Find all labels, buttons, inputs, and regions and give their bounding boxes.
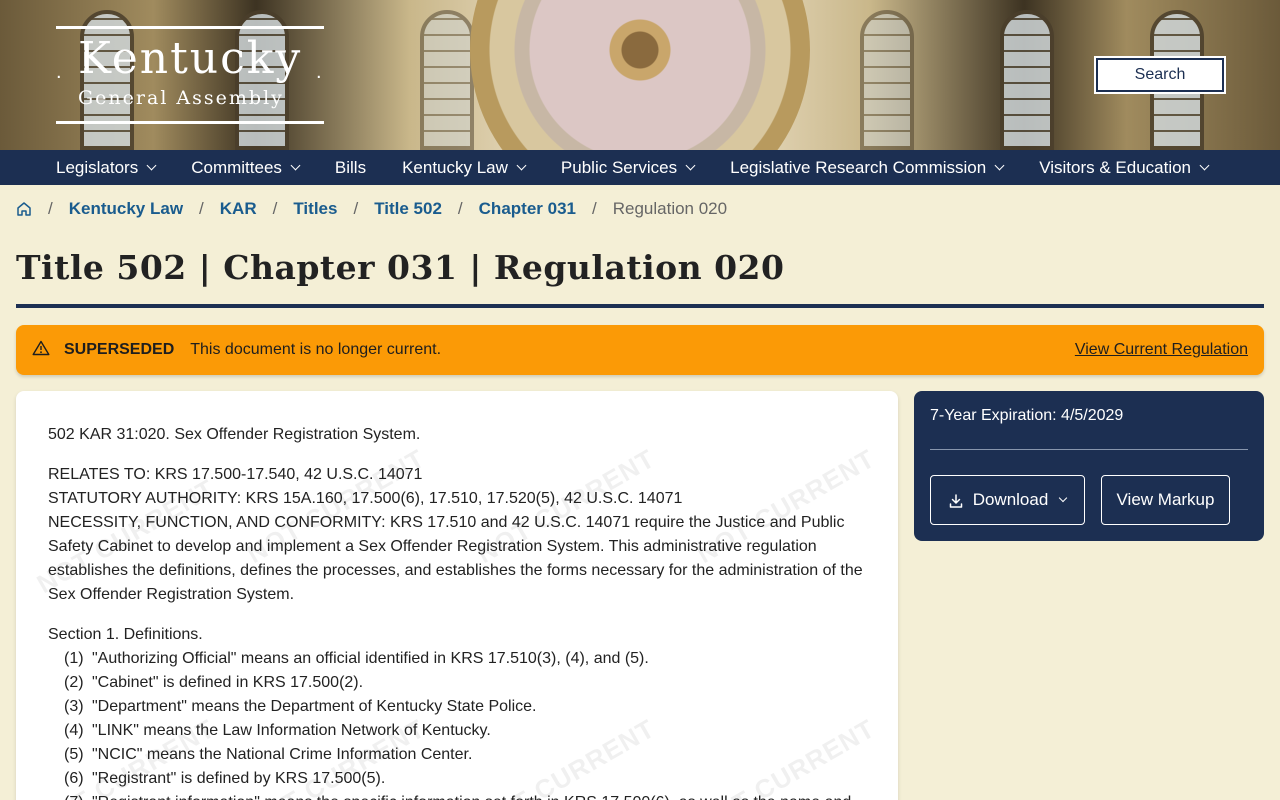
definition-number: (5) bbox=[64, 746, 84, 763]
download-button[interactable]: Download bbox=[930, 475, 1085, 525]
nav-item-public-services[interactable]: Public Services bbox=[560, 150, 696, 185]
breadcrumb-separator: / bbox=[457, 199, 463, 218]
breadcrumb-separator: / bbox=[48, 199, 53, 218]
regulation-document: NOT CURRENT NOT CURRENT NOT CURRENT NOT … bbox=[16, 391, 898, 800]
logo-dot: . bbox=[316, 61, 322, 83]
definition-number: (4) bbox=[64, 722, 84, 739]
search-button[interactable]: Search bbox=[1094, 56, 1226, 94]
definition-number: (1) bbox=[64, 650, 84, 667]
definition-item: (6) "Registrant" is defined by KRS 17.500… bbox=[48, 767, 878, 791]
chevron-down-icon bbox=[994, 160, 1005, 171]
chevron-down-icon bbox=[290, 160, 301, 171]
breadcrumb: / Kentucky Law / KAR / Titles / Title 50… bbox=[16, 199, 727, 219]
nav-label: Visitors & Education bbox=[1039, 157, 1192, 177]
definition-text: "Registrant" is defined by KRS 17.500(5)… bbox=[92, 770, 386, 787]
definition-item: (1) "Authorizing Official" means an offic… bbox=[48, 647, 878, 671]
chevron-down-icon bbox=[516, 160, 527, 171]
sidebar-divider bbox=[930, 449, 1248, 450]
chevron-down-icon bbox=[146, 160, 157, 171]
definition-text: "Registrant information" means the speci… bbox=[92, 791, 851, 800]
view-current-regulation-link[interactable]: View Current Regulation bbox=[1075, 341, 1248, 359]
section-heading: Section 1. Definitions. bbox=[48, 626, 203, 643]
breadcrumb-separator: / bbox=[272, 199, 278, 218]
nav-label: Legislative Research Commission bbox=[730, 157, 987, 177]
logo-dot: . bbox=[56, 61, 62, 83]
site-logo[interactable]: . Kentucky General Assembly . bbox=[56, 26, 324, 124]
definition-text: "LINK" means the Law Information Network… bbox=[92, 722, 491, 739]
window-decoration bbox=[420, 10, 474, 150]
regulation-sidebar: 7-Year Expiration: 4/5/2029 Download Vie… bbox=[914, 391, 1264, 541]
definition-number: (3) bbox=[64, 698, 84, 715]
expiration-date: 7-Year Expiration: 4/5/2029 bbox=[930, 407, 1124, 424]
definition-text: "NCIC" means the National Crime Informat… bbox=[92, 746, 473, 763]
definition-number: (7) bbox=[64, 791, 92, 800]
nav-label: Committees bbox=[191, 157, 282, 177]
window-decoration bbox=[1000, 10, 1054, 150]
nav-label: Legislators bbox=[56, 157, 139, 177]
nav-item-legislators[interactable]: Legislators bbox=[56, 150, 157, 185]
document-body: 502 KAR 31:020. Sex Offender Registratio… bbox=[48, 423, 878, 800]
nav-item-visitors-education[interactable]: Visitors & Education bbox=[1039, 150, 1210, 185]
alert-text: This document is no longer current. bbox=[190, 341, 442, 358]
breadcrumb-separator: / bbox=[353, 199, 359, 218]
breadcrumb-separator: / bbox=[199, 199, 204, 218]
view-markup-button[interactable]: View Markup bbox=[1101, 475, 1230, 525]
breadcrumb-kentucky-law[interactable]: Kentucky Law bbox=[69, 199, 183, 219]
definition-item: (3) "Department" means the Department of … bbox=[48, 695, 878, 719]
definition-text: "Department" means the Department of Ken… bbox=[92, 698, 537, 715]
title-divider bbox=[16, 304, 1264, 308]
alert-label: SUPERSEDED bbox=[64, 341, 175, 358]
home-icon[interactable] bbox=[16, 201, 32, 217]
nav-label: Kentucky Law bbox=[402, 157, 508, 177]
definition-item: (2) "Cabinet" is defined in KRS 17.500(2)… bbox=[48, 671, 878, 695]
definition-number: (6) bbox=[64, 770, 84, 787]
definition-number: (2) bbox=[64, 674, 84, 691]
superseded-alert: SUPERSEDED This document is no longer cu… bbox=[16, 325, 1264, 375]
window-decoration bbox=[860, 10, 914, 150]
regulation-heading: 502 KAR 31:020. Sex Offender Registratio… bbox=[48, 426, 421, 443]
breadcrumb-title-502[interactable]: Title 502 bbox=[374, 199, 442, 219]
nav-item-kentucky-law[interactable]: Kentucky Law bbox=[402, 150, 527, 185]
header-banner: . Kentucky General Assembly . Search bbox=[0, 0, 1280, 150]
chevron-down-icon bbox=[1199, 160, 1210, 171]
download-icon bbox=[949, 493, 963, 508]
page-title: Title 502 | Chapter 031 | Regulation 020 bbox=[16, 248, 785, 287]
definition-item: (4) "LINK" means the Law Information Netw… bbox=[48, 719, 878, 743]
dome-image bbox=[470, 0, 810, 150]
download-label: Download bbox=[972, 490, 1049, 509]
breadcrumb-chapter-031[interactable]: Chapter 031 bbox=[479, 199, 576, 219]
necessity-statement: NECESSITY, FUNCTION, AND CONFORMITY: KRS… bbox=[48, 514, 863, 603]
breadcrumb-titles[interactable]: Titles bbox=[293, 199, 337, 219]
breadcrumb-kar[interactable]: KAR bbox=[220, 199, 257, 219]
nav-item-lrc[interactable]: Legislative Research Commission bbox=[730, 150, 1005, 185]
nav-label: Bills bbox=[334, 157, 367, 177]
chevron-down-icon bbox=[1059, 493, 1068, 503]
breadcrumb-separator: / bbox=[591, 199, 597, 218]
chevron-down-icon bbox=[685, 160, 696, 171]
logo-subtitle: General Assembly bbox=[78, 87, 284, 109]
definition-item: (7)"Registrant information" means the sp… bbox=[48, 791, 878, 800]
nav-item-committees[interactable]: Committees bbox=[191, 150, 301, 185]
definition-text: "Cabinet" is defined in KRS 17.500(2). bbox=[92, 674, 364, 691]
nav-item-bills[interactable]: Bills bbox=[335, 150, 366, 185]
breadcrumb-current: Regulation 020 bbox=[612, 199, 728, 218]
nav-label: Public Services bbox=[560, 157, 678, 177]
definition-item: (5) "NCIC" means the National Crime Infor… bbox=[48, 743, 878, 767]
statutory-authority: STATUTORY AUTHORITY: KRS 15A.160, 17.500… bbox=[48, 490, 683, 507]
warning-icon bbox=[32, 340, 50, 361]
relates-to: RELATES TO: KRS 17.500-17.540, 42 U.S.C.… bbox=[48, 466, 423, 483]
main-nav: Legislators Committees Bills Kentucky La… bbox=[0, 150, 1280, 185]
logo-title: Kentucky bbox=[78, 33, 303, 84]
definition-text: "Authorizing Official" means an official… bbox=[92, 650, 649, 667]
